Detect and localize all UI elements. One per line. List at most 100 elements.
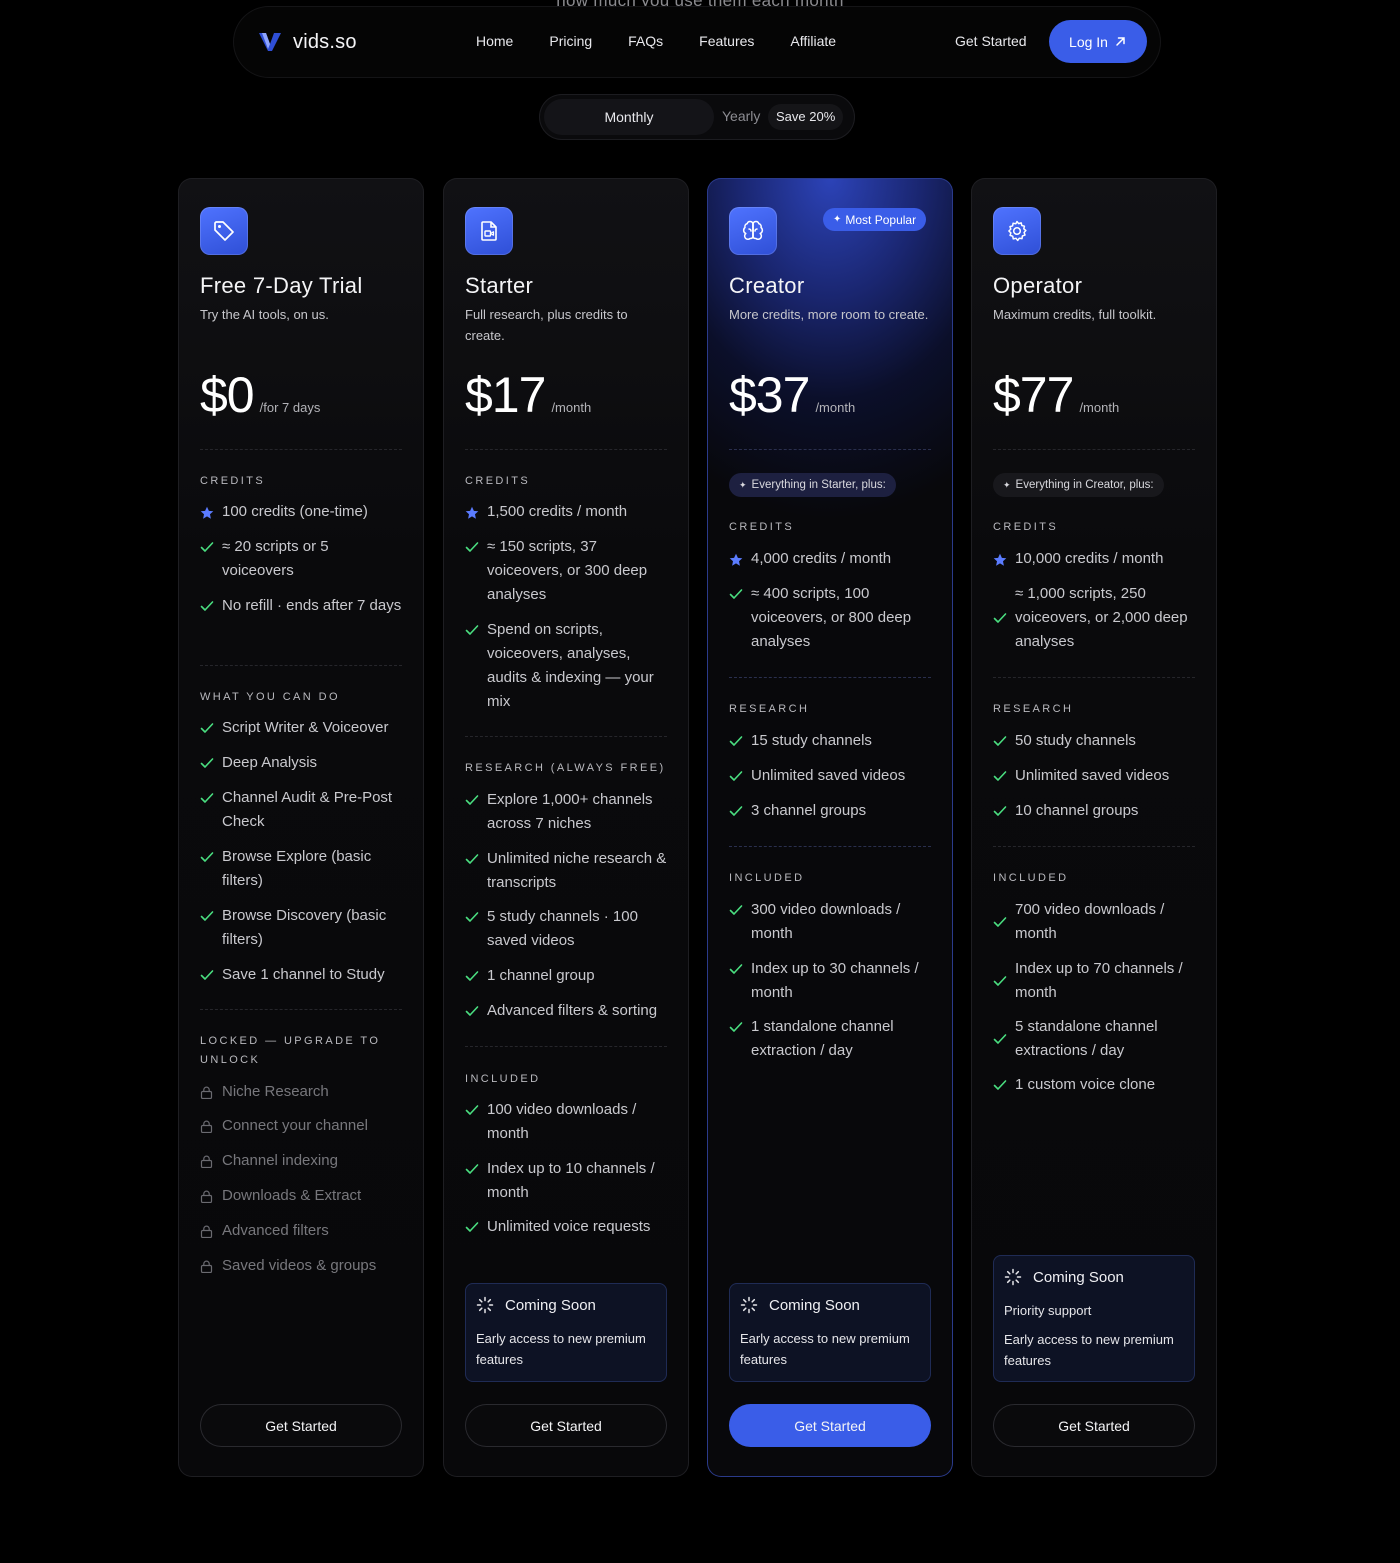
section-label-research: RESEARCH <box>729 703 810 715</box>
feature-item: Unlimited saved videos <box>993 764 1195 788</box>
feature-item: 1 custom voice clone <box>993 1073 1195 1097</box>
price-amount: $77 <box>993 367 1074 423</box>
check-icon <box>465 1215 487 1239</box>
plan-card-creator: ✦ Most Popular Creator More credits, mor… <box>707 178 953 1477</box>
check-icon <box>465 999 487 1023</box>
feature-text: 100 credits (one-time) <box>222 503 368 520</box>
feature-text: Spend on scripts, voiceovers, analyses, … <box>487 621 654 710</box>
lock-icon <box>200 1254 222 1278</box>
check-icon <box>465 1098 487 1146</box>
check-icon <box>729 764 751 788</box>
billing-yearly-option[interactable]: Yearly <box>722 108 760 124</box>
chip-label: Everything in Starter, plus: <box>751 479 886 491</box>
feature-item: Browse Discovery (basic filters) <box>200 904 402 952</box>
feature-text: Connect your channel <box>222 1117 368 1134</box>
get-started-button[interactable]: Get Started <box>729 1404 931 1447</box>
plan-description: Full research, plus credits to create. <box>465 307 628 343</box>
check-icon <box>729 799 751 823</box>
feature-text: 50 study channels <box>1015 732 1136 749</box>
star-icon <box>993 547 1015 571</box>
divider <box>200 1009 402 1010</box>
check-icon <box>200 904 222 952</box>
plan-description: Try the AI tools, on us. <box>200 307 329 322</box>
section-label-research: RESEARCH <box>993 703 1074 715</box>
tag-icon <box>200 207 248 255</box>
coming-soon-box: Coming Soon Early access to new premium … <box>729 1283 931 1382</box>
section-label-locked: LOCKED — UPGRADE TO UNLOCK <box>200 1035 381 1066</box>
divider <box>729 846 931 847</box>
nav-link-home[interactable]: Home <box>476 33 513 49</box>
check-icon <box>993 582 1015 654</box>
section-label-can-do: WHAT YOU CAN DO <box>200 691 340 703</box>
save-badge: Save 20% <box>768 104 844 130</box>
coming-soon-heading: Coming Soon <box>1004 1268 1124 1286</box>
feature-text: 5 standalone channel extractions / day <box>1015 1018 1158 1059</box>
feature-item: Advanced filters & sorting <box>465 999 667 1023</box>
check-icon <box>200 963 222 987</box>
feature-text: Script Writer & Voiceover <box>222 719 389 736</box>
divider <box>993 449 1195 450</box>
price-amount: $17 <box>465 367 546 423</box>
get-started-button[interactable]: Get Started <box>465 1404 667 1447</box>
locked-feature-item: Channel indexing <box>200 1149 402 1173</box>
star-icon <box>729 547 751 571</box>
login-label: Log In <box>1069 33 1108 50</box>
nav-link-features[interactable]: Features <box>699 33 754 49</box>
nav-links: Home Pricing FAQs Features Affiliate <box>476 33 872 49</box>
feature-text: 4,000 credits / month <box>751 550 892 567</box>
plan-name: Operator <box>993 273 1083 298</box>
divider <box>465 736 667 737</box>
get-started-button[interactable]: Get Started <box>200 1404 402 1447</box>
login-button[interactable]: Log In <box>1049 20 1147 63</box>
brain-icon <box>729 207 777 255</box>
nav-link-faqs[interactable]: FAQs <box>628 33 663 49</box>
chip-label: Everything in Creator, plus: <box>1015 479 1154 491</box>
feature-text: 1 channel group <box>487 967 595 984</box>
check-icon <box>465 905 487 953</box>
coming-soon-item: Early access to new premium features <box>476 1331 646 1367</box>
plan-name: Free 7-Day Trial <box>200 273 363 298</box>
feature-item: Index up to 10 channels / month <box>465 1157 667 1205</box>
coming-soon-heading: Coming Soon <box>476 1296 596 1314</box>
feature-text: Saved videos & groups <box>222 1257 377 1274</box>
feature-text: 1 standalone channel extraction / day <box>751 1018 894 1059</box>
locked-feature-item: Niche Research <box>200 1080 402 1104</box>
nav-get-started-link[interactable]: Get Started <box>955 33 1027 49</box>
check-icon <box>729 1015 751 1063</box>
feature-item: 1 standalone channel extraction / day <box>729 1015 931 1063</box>
price-amount: $0 <box>200 367 255 423</box>
lock-icon <box>200 1114 222 1138</box>
feature-item: ≈ 400 scripts, 100 voiceovers, or 800 de… <box>729 582 931 654</box>
feature-text: Browse Discovery (basic filters) <box>222 907 387 948</box>
get-started-button[interactable]: Get Started <box>993 1404 1195 1447</box>
coming-soon-item: Early access to new premium features <box>740 1331 910 1367</box>
coming-soon-title: Coming Soon <box>505 1296 596 1314</box>
loader-icon <box>476 1296 494 1314</box>
check-icon <box>993 729 1015 753</box>
feature-item: 100 video downloads / month <box>465 1098 667 1146</box>
check-icon <box>200 751 222 775</box>
feature-item: ≈ 1,000 scripts, 250 voiceovers, or 2,00… <box>993 582 1195 654</box>
feature-item: 3 channel groups <box>729 799 931 823</box>
nav-link-affiliate[interactable]: Affiliate <box>790 33 836 49</box>
badge-label: Most Popular <box>845 212 917 227</box>
gear-icon <box>993 207 1041 255</box>
feature-text: ≈ 20 scripts or 5 voiceovers <box>222 538 329 579</box>
nav-link-pricing[interactable]: Pricing <box>549 33 592 49</box>
plan-card-operator: Operator Maximum credits, full toolkit. … <box>971 178 1217 1477</box>
feature-text: Index up to 30 channels / month <box>751 960 919 1001</box>
plan-price: $17 /month <box>465 366 591 424</box>
billing-monthly-option[interactable]: Monthly <box>544 99 714 135</box>
brand-logo[interactable]: vids.so <box>257 28 357 56</box>
feature-text: 5 study channels · 100 saved videos <box>487 908 638 949</box>
feature-text: Unlimited saved videos <box>751 767 906 784</box>
feature-text: Advanced filters & sorting <box>487 1002 658 1019</box>
coming-soon-title: Coming Soon <box>769 1296 860 1314</box>
divider <box>729 677 931 678</box>
section-label-included: INCLUDED <box>993 872 1069 884</box>
feature-item: Save 1 channel to Study <box>200 963 402 987</box>
feature-item: 4,000 credits / month <box>729 547 931 571</box>
sparkle-icon: ✦ <box>1003 479 1011 490</box>
check-icon <box>200 594 222 618</box>
divider <box>465 449 667 450</box>
